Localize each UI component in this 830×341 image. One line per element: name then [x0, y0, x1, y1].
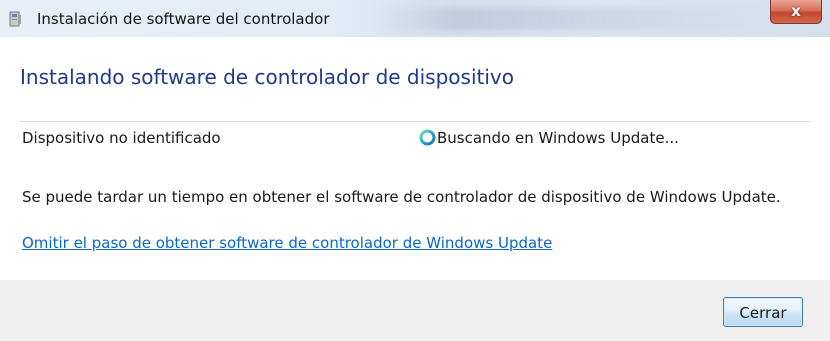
window-title: Instalación de software del controlador [37, 10, 330, 28]
device-installer-icon [9, 11, 21, 27]
device-name: Dispositivo no identificado [22, 129, 221, 147]
window-close-button[interactable]: x [770, 0, 822, 24]
close-button[interactable]: Cerrar [723, 297, 803, 327]
skip-windows-update-link[interactable]: Omitir el paso de obtener software de co… [22, 233, 552, 253]
dialog-footer [0, 280, 830, 341]
title-bar[interactable]: Instalación de software del controlador … [0, 0, 830, 37]
divider [20, 121, 810, 122]
driver-install-window: Instalación de software del controlador … [0, 0, 830, 341]
device-status: Buscando en Windows Update... [437, 129, 679, 147]
close-icon: x [791, 2, 801, 20]
info-text: Se puede tardar un tiempo en obtener el … [22, 188, 781, 206]
dialog-heading: Instalando software de controlador de di… [20, 65, 514, 89]
spinner-icon [419, 129, 436, 146]
